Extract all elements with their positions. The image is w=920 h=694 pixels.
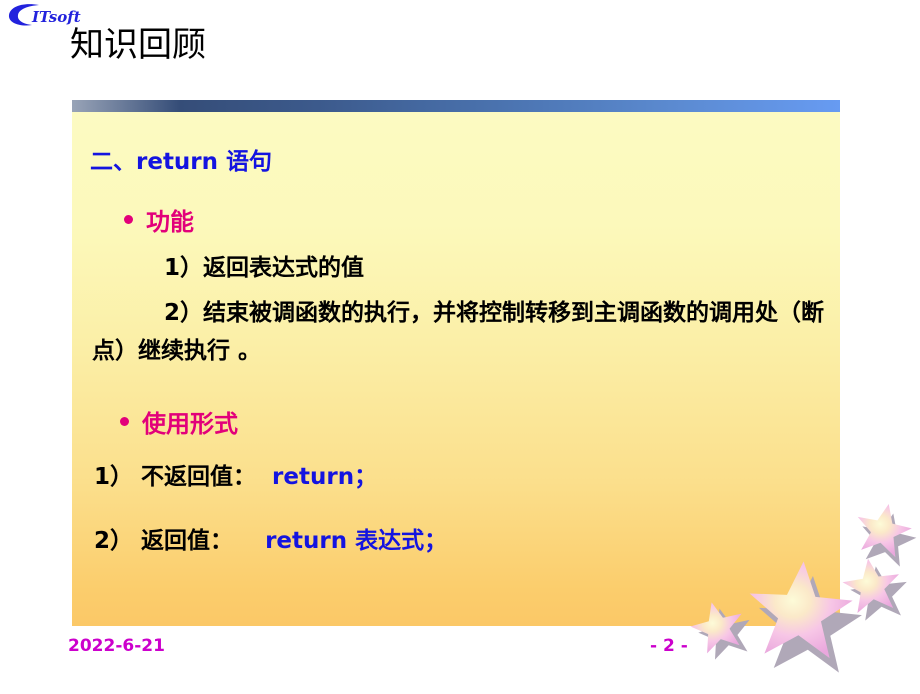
usage-form-2-keyword: return: [265, 528, 348, 554]
panel-body: 二、return 语句 功能 1）返回表达式的值 2）结束被调函数的执行，并将控…: [72, 112, 840, 626]
section-heading-suffix: 语句: [218, 149, 273, 175]
content-panel: 二、return 语句 功能 1）返回表达式的值 2）结束被调函数的执行，并将控…: [72, 100, 840, 626]
bullet-usage-form-label: 使用形式: [142, 410, 238, 438]
bullet-dot-icon: [120, 417, 129, 426]
usage-form-2-expression: 表达式: [355, 528, 425, 554]
usage-form-2: 2） 返回值： return 表达式；: [94, 521, 447, 555]
bullet-function-label: 功能: [146, 208, 194, 236]
usage-form-2-index: 2）: [94, 528, 134, 554]
bullet-function: 功能: [124, 202, 194, 237]
page-title: 知识回顾: [70, 25, 206, 65]
usage-form-1: 1） 不返回值： return；: [94, 457, 377, 491]
function-item-2: 2）结束被调函数的执行，并将控制转移到主调函数的调用处（断点）继续执行 。: [92, 300, 825, 364]
usage-form-1-terminator: ；: [354, 464, 378, 490]
section-heading-prefix: 二、: [90, 149, 136, 175]
usage-form-2-terminator: ；: [424, 528, 448, 554]
section-heading-keyword: return: [136, 149, 219, 175]
bullet-dot-icon: [124, 215, 133, 224]
bullet-usage-form: 使用形式: [120, 404, 238, 439]
footer-date: 2022-6-21: [68, 636, 165, 656]
usage-form-1-keyword: return: [272, 464, 355, 490]
section-heading: 二、return 语句: [90, 142, 272, 176]
usage-form-1-label: 不返回值：: [141, 464, 257, 490]
usage-form-1-index: 1）: [94, 464, 134, 490]
function-item-1: 1）返回表达式的值: [164, 255, 365, 281]
panel-top-bar: [72, 100, 840, 112]
usage-form-2-label: 返回值：: [141, 528, 234, 554]
footer-page-number: - 2 -: [650, 636, 688, 656]
